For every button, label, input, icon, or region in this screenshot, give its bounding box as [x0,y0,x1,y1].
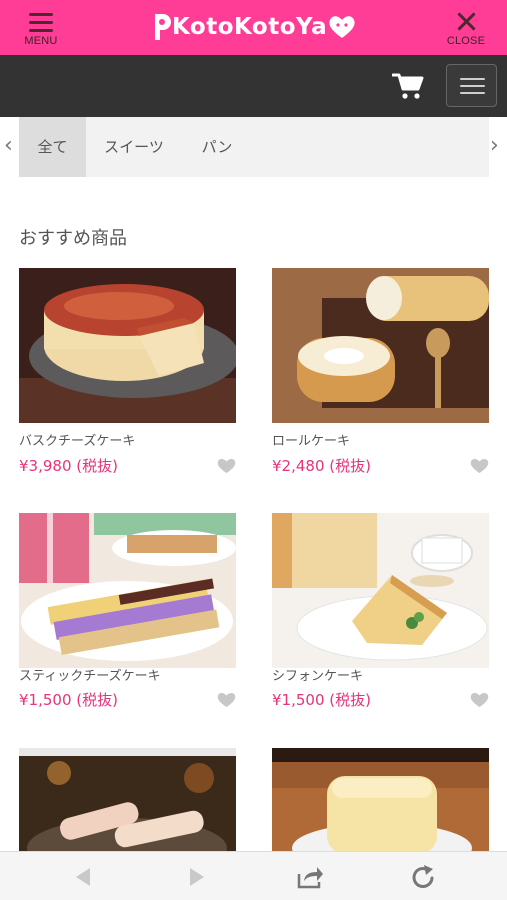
heart-icon[interactable] [470,691,489,708]
site-header: MENU KotoKotoYa CLOSE [0,0,507,55]
heart-icon[interactable] [470,457,489,474]
chevron-left-icon[interactable]: ‹ [4,134,13,158]
product-card[interactable]: シフォンケーキ ¥1,500 (税抜) [272,513,489,723]
menu-label: MENU [24,35,58,47]
close-icon [455,10,477,32]
menu-icon [29,13,53,32]
shop-nav-bar [0,55,507,117]
product-card[interactable]: ロールケーキ ¥2,480 (税抜) [272,268,489,478]
product-image[interactable] [19,513,236,668]
product-image[interactable] [19,748,236,851]
tab-bread[interactable]: パン [186,117,248,177]
section-title: おすすめ商品 [19,228,127,249]
product-image[interactable] [19,268,236,423]
product-name[interactable]: バスクチーズケーキ [19,430,135,449]
product-image[interactable] [272,748,489,851]
browser-toolbar [0,851,507,900]
logo-drop-icon [155,14,171,40]
close-label: CLOSE [446,35,486,47]
product-card[interactable]: バスクチーズケーキ ¥3,980 (税抜) [19,268,236,478]
category-tabs: ‹ 全て スイーツ パン › [0,117,507,177]
product-image[interactable] [272,268,489,423]
logo-text: KotoKotoYa [172,14,328,40]
back-icon[interactable] [70,864,98,890]
product-price: ¥3,980 (税抜) [19,457,118,475]
cart-icon[interactable] [392,71,424,101]
product-name[interactable]: ロールケーキ [272,430,350,449]
menu-button[interactable]: MENU [18,10,64,50]
chevron-right-icon[interactable]: › [490,134,499,158]
product-name[interactable]: シフォンケーキ [272,665,363,684]
hamburger-icon[interactable] [446,64,497,107]
share-icon[interactable] [296,864,324,890]
product-price: ¥1,500 (税抜) [272,691,371,709]
product-image[interactable] [272,513,489,668]
tab-sweets[interactable]: スイーツ [92,117,176,177]
product-price: ¥1,500 (税抜) [19,691,118,709]
product-price: ¥2,480 (税抜) [272,457,371,475]
tab-background [19,117,489,177]
forward-icon[interactable] [182,864,210,890]
close-button[interactable]: CLOSE [443,10,489,50]
site-logo[interactable]: KotoKotoYa [150,9,360,45]
heart-icon[interactable] [217,691,236,708]
tab-all[interactable]: 全て [19,117,86,177]
product-name[interactable]: スティックチーズケーキ [19,665,161,684]
product-card[interactable]: スティックチーズケーキ ¥1,500 (税抜) [19,513,236,723]
heart-icon[interactable] [217,457,236,474]
reload-icon[interactable] [410,864,438,890]
logo-heart-icon [329,16,355,38]
